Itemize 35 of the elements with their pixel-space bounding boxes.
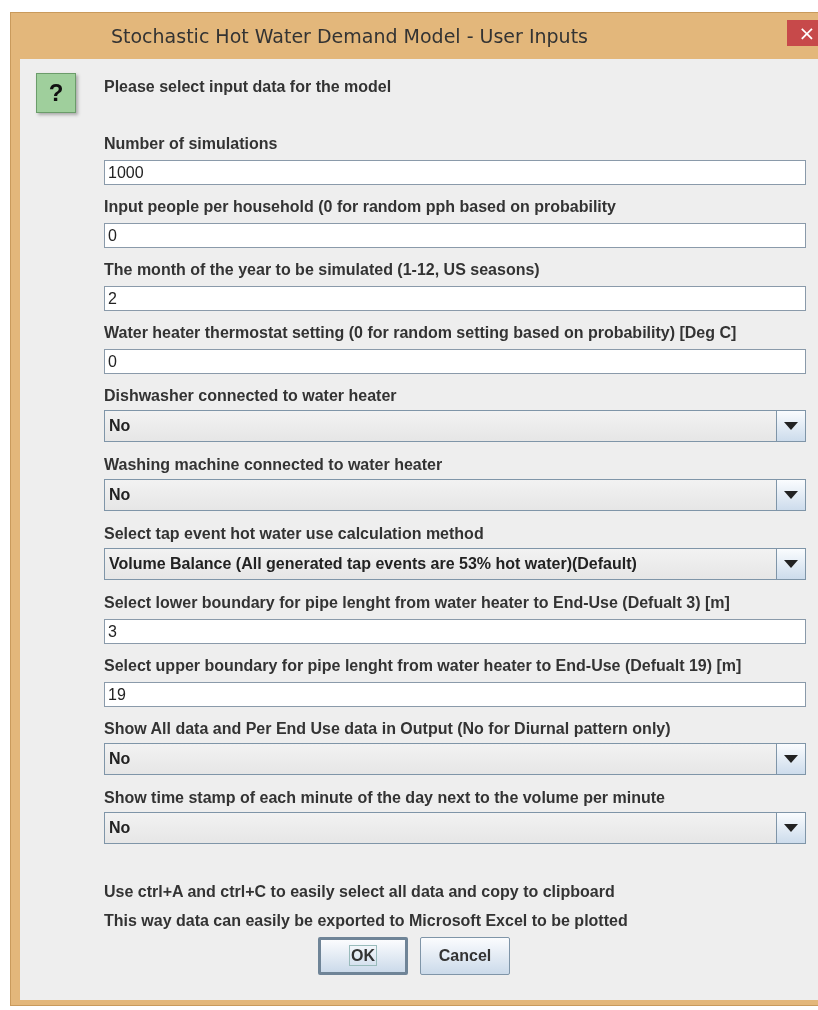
input-field[interactable]: 0 xyxy=(104,349,806,374)
field-label: Water heater thermostat setting (0 for random setting based on probability) [Deg C] xyxy=(104,323,738,343)
caret-icon xyxy=(784,755,798,763)
field-label: Number of simulations xyxy=(104,134,279,154)
input-field[interactable]: 2 xyxy=(104,286,806,311)
window-title: Stochastic Hot Water Demand Model - User Inputs xyxy=(111,25,588,47)
field-label: Washing machine connected to water heater xyxy=(104,455,444,475)
close-button[interactable]: × xyxy=(787,20,818,46)
dropdown[interactable]: No xyxy=(104,410,806,442)
field-label: The month of the year to be simulated (1-12, US seasons) xyxy=(104,260,541,280)
field-label: Input people per household (0 for random pph based on probability xyxy=(104,197,617,217)
note-text: Use ctrl+A and ctrl+C to easily select all data and copy to clipboard xyxy=(104,882,616,902)
input-field[interactable]: 1000 xyxy=(104,160,806,185)
field-label: Show All data and Per End Use data in Output (No for Diurnal pattern only) xyxy=(104,719,672,739)
field-label: Select lower boundary for pipe lenght from water heater to End-Use (Defualt 3) [m] xyxy=(104,593,731,613)
dropdown[interactable]: No xyxy=(104,812,806,844)
message-text: Please select input data for the model xyxy=(104,78,393,97)
input-field[interactable]: 0 xyxy=(104,223,806,248)
note-text: This way data can easily be exported to Microsoft Excel to be plotted xyxy=(104,911,629,931)
dropdown[interactable]: No xyxy=(104,743,806,775)
dropdown[interactable]: Volume Balance (All generated tap events are 53% hot water)(Default) xyxy=(104,548,806,580)
field-label: Select tap event hot water use calculation method xyxy=(104,524,485,544)
question-icon: ? xyxy=(36,73,76,113)
input-field[interactable]: 3 xyxy=(104,619,806,644)
dropdown[interactable]: No xyxy=(104,479,806,511)
field-label: Dishwasher connected to water heater xyxy=(104,386,398,406)
field-label: Show time stamp of each minute of the day next to the volume per minute xyxy=(104,788,666,808)
caret-icon xyxy=(784,824,798,832)
field-label: Select upper boundary for pipe lenght from water heater to End-Use (Defualt 19) [m] xyxy=(104,656,743,676)
caret-icon xyxy=(784,560,798,568)
caret-icon xyxy=(784,491,798,499)
caret-icon xyxy=(784,422,798,430)
ok-button[interactable]: OK xyxy=(318,937,408,975)
input-field[interactable]: 19 xyxy=(104,682,806,707)
cancel-button[interactable]: Cancel xyxy=(420,937,510,975)
